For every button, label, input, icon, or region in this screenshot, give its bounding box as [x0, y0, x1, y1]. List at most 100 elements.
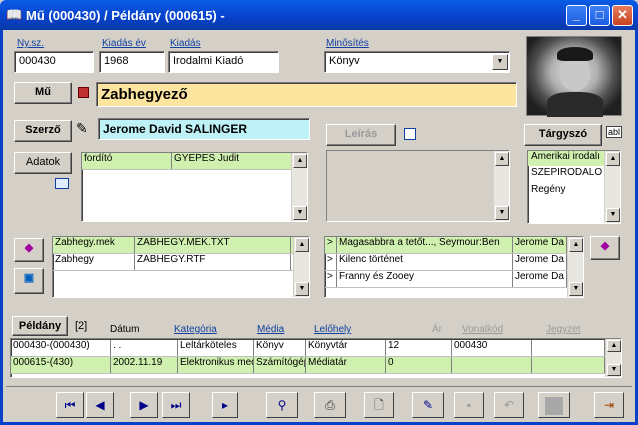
- peldany-kategoria: Leltárköteles: [178, 340, 254, 356]
- files-list: Zabhegy.mek ZABHEGY.MEK.TXT Zabhegy ZABH…: [52, 236, 310, 298]
- close-button[interactable]: ✕: [612, 5, 633, 26]
- exit-button[interactable]: ⇥: [594, 392, 624, 418]
- print-button[interactable]: ⎙: [314, 392, 346, 418]
- scroll-down-icon[interactable]: ▼: [606, 208, 620, 222]
- targyszo-button[interactable]: Tárgyszó: [524, 124, 602, 146]
- next-record-button[interactable]: ▶: [130, 392, 158, 418]
- col-vonalkod[interactable]: Vonalkód: [462, 324, 503, 335]
- adatok-button[interactable]: Adatok: [14, 152, 72, 174]
- peldany-count: [2]: [75, 320, 88, 332]
- leiras-panel: ▲ ▼: [326, 150, 510, 222]
- save-button[interactable]: ▪: [454, 392, 484, 418]
- kiadas-ev-label: Kiadás év: [102, 38, 146, 49]
- scroll-up-icon[interactable]: ▲: [295, 238, 309, 252]
- kiadas-field[interactable]: Irodalmi Kiadó: [168, 51, 279, 73]
- related-title: Franny és Zooey: [337, 271, 513, 287]
- col-lelohely[interactable]: Lelőhely: [314, 324, 351, 335]
- edit-button[interactable]: ✎: [412, 392, 444, 418]
- scroll-up-icon[interactable]: ▲: [495, 152, 509, 166]
- table-row[interactable]: Zabhegy.mek ZABHEGY.MEK.TXT: [53, 237, 293, 254]
- table-row[interactable]: Zabhegy ZABHEGY.RTF: [53, 254, 293, 271]
- abc-icon[interactable]: abl: [606, 126, 623, 138]
- save-icon: ▪: [466, 398, 472, 412]
- book-icon[interactable]: [78, 87, 89, 98]
- search-button[interactable]: ⚲: [266, 392, 298, 418]
- related-list: > Magasabbra a tetőt..., Seymour:Ben Jer…: [324, 236, 584, 298]
- leiras-icon[interactable]: [404, 128, 416, 140]
- goto-record-button[interactable]: ▸: [212, 392, 238, 418]
- minosites-select[interactable]: Könyv ▼: [324, 51, 510, 73]
- related-author: Jerome Da: [513, 271, 567, 287]
- maximize-button[interactable]: □: [589, 5, 610, 26]
- related-title: Magasabbra a tetőt..., Seymour:Ben: [337, 237, 513, 253]
- peldany-ar: 12: [386, 340, 452, 356]
- chevron-down-icon[interactable]: ▼: [492, 54, 508, 70]
- last-record-button[interactable]: ⏭: [162, 392, 190, 418]
- exit-door-icon: ⇥: [603, 398, 615, 412]
- kiadas-ev-field[interactable]: 1968: [99, 51, 165, 73]
- author-edit-icon[interactable]: ✎: [76, 120, 88, 137]
- gems-icon: ◆: [600, 240, 610, 252]
- add-related-button[interactable]: ◆: [590, 236, 620, 260]
- prev-record-button[interactable]: ◀: [86, 392, 114, 418]
- targyszo-item[interactable]: Amerikai irodalı: [528, 151, 604, 166]
- undo-button[interactable]: ↶: [494, 392, 524, 418]
- app-icon: 📖: [6, 7, 23, 22]
- targyszo-item[interactable]: Regény: [528, 184, 604, 199]
- table-icon[interactable]: [55, 178, 69, 189]
- szerzo-button[interactable]: Szerző: [14, 120, 72, 142]
- peldany-jegyzet: [532, 340, 605, 356]
- adatok-scrollbar[interactable]: ▲ ▼: [291, 153, 307, 221]
- scroll-down-icon[interactable]: ▼: [495, 206, 509, 220]
- related-author: Jerome Da: [513, 237, 567, 253]
- files-scrollbar[interactable]: ▲ ▼: [293, 237, 309, 297]
- first-record-button[interactable]: ⏮: [56, 392, 84, 418]
- scroll-up-icon[interactable]: ▲: [607, 340, 621, 352]
- peldany-button[interactable]: Példány: [12, 316, 68, 336]
- table-row[interactable]: 000430-(000430) . . Leltárköteles Könyv …: [11, 340, 605, 357]
- nysz-field[interactable]: 000430: [14, 51, 94, 73]
- scroll-down-icon[interactable]: ▼: [295, 282, 309, 296]
- peldany-vonalkod: 000430: [452, 340, 532, 356]
- photo-hair: [557, 47, 593, 61]
- table-row[interactable]: fordító GYEPES Judit: [82, 153, 293, 170]
- szerzo-field[interactable]: Jerome David SALINGER: [98, 118, 310, 140]
- mu-title-field[interactable]: Zabhegyező: [96, 82, 517, 107]
- col-jegyzet[interactable]: Jegyzet: [546, 324, 580, 335]
- leiras-button[interactable]: Leírás: [326, 124, 396, 146]
- table-row[interactable]: 000615-(430) 2002.11.19 Elektronikus med…: [11, 357, 605, 374]
- minimize-button[interactable]: _: [566, 5, 587, 26]
- scroll-down-icon[interactable]: ▼: [293, 206, 307, 220]
- toolbar-divider: [6, 386, 632, 387]
- col-media[interactable]: Média: [257, 324, 284, 335]
- table-row[interactable]: > Magasabbra a tetőt..., Seymour:Ben Jer…: [325, 237, 567, 254]
- peldany-jegyzet: [532, 357, 605, 373]
- targyszo-item[interactable]: SZÉPIRODALO: [528, 167, 604, 182]
- scroll-up-icon[interactable]: ▲: [293, 154, 307, 168]
- related-scrollbar[interactable]: ▲ ▼: [567, 237, 583, 297]
- peldany-datum: . .: [111, 340, 178, 356]
- mu-button[interactable]: Mű: [14, 82, 72, 104]
- scroll-down-icon[interactable]: ▼: [569, 282, 583, 296]
- adatok-name: GYEPES Judit: [172, 153, 292, 169]
- scroll-up-icon[interactable]: ▲: [569, 238, 583, 252]
- new-doc-icon: 🗋: [374, 398, 384, 412]
- photo-body: [547, 92, 603, 117]
- minosites-value: Könyv: [329, 55, 360, 67]
- col-datum[interactable]: Dátum: [110, 324, 139, 335]
- stop-button[interactable]: [538, 392, 570, 418]
- new-record-button[interactable]: 🗋: [364, 392, 394, 418]
- scroll-up-icon[interactable]: ▲: [606, 152, 620, 166]
- title-bar: 📖 Mű (000430) / Példány (000615) - _ □ ✕: [0, 0, 638, 30]
- col-ar[interactable]: Ár: [432, 324, 442, 335]
- targyszo-scrollbar[interactable]: ▲ ▼: [604, 151, 620, 223]
- table-row[interactable]: > Franny és Zooey Jerome Da: [325, 271, 567, 288]
- scroll-down-icon[interactable]: ▼: [607, 364, 621, 376]
- peldany-scrollbar[interactable]: ▲ ▼: [605, 339, 621, 377]
- leiras-scrollbar[interactable]: ▲ ▼: [493, 151, 509, 221]
- add-file-button[interactable]: ◆: [14, 238, 44, 262]
- table-row[interactable]: > Kilenc történet Jerome Da: [325, 254, 567, 271]
- open-file-button[interactable]: ▣: [14, 268, 44, 294]
- author-photo: [526, 36, 622, 117]
- col-kategoria[interactable]: Kategória: [174, 324, 217, 335]
